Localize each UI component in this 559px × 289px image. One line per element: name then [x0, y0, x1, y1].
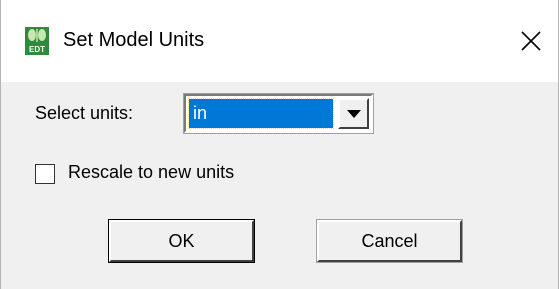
units-dropdown[interactable]: in: [183, 93, 374, 134]
chevron-down-icon: [346, 105, 361, 123]
cancel-button[interactable]: Cancel: [316, 219, 463, 263]
title-bar: EDT Set Model Units: [1, 0, 558, 82]
ok-button[interactable]: OK: [108, 219, 255, 263]
dialog-title: Set Model Units: [63, 29, 205, 51]
edt-app-icon: EDT: [25, 27, 49, 55]
dropdown-arrow-button[interactable]: [338, 98, 369, 129]
close-button[interactable]: [514, 26, 548, 60]
rescale-label[interactable]: Rescale to new units: [68, 162, 234, 183]
select-units-label: Select units:: [35, 103, 134, 123]
close-icon: [520, 30, 542, 57]
set-model-units-dialog: EDT Set Model Units Select units: in Res: [0, 0, 559, 289]
svg-text:EDT: EDT: [29, 45, 45, 54]
rescale-checkbox[interactable]: [35, 164, 55, 184]
units-selected-value[interactable]: in: [188, 98, 334, 129]
